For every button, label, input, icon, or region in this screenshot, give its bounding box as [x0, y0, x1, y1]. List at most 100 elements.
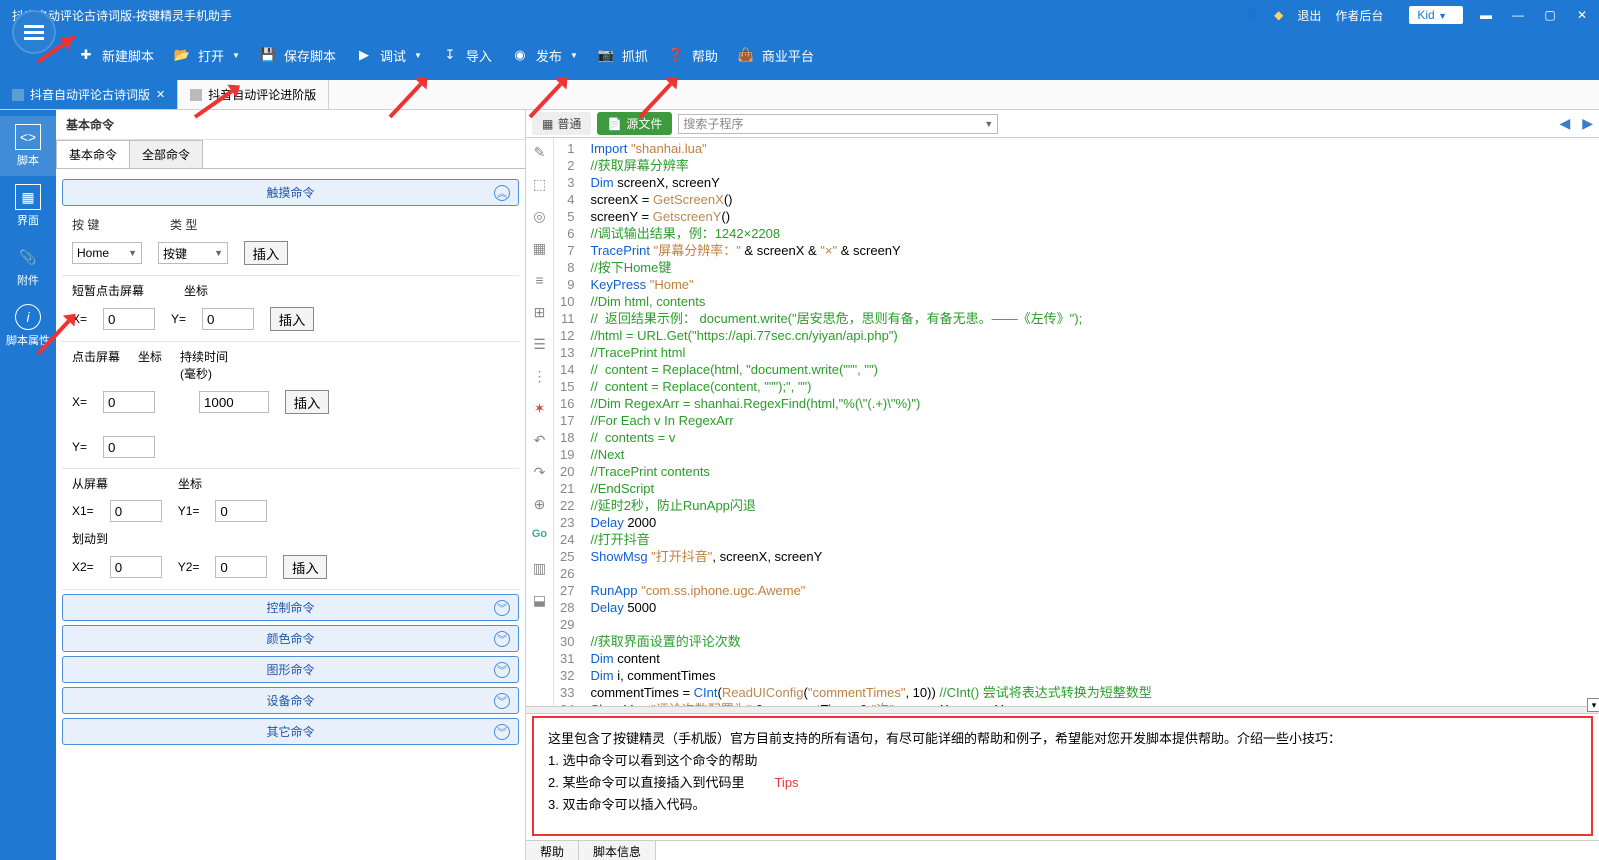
close-icon[interactable]: ✕	[1573, 8, 1591, 22]
nav-attach[interactable]: 📎附件	[0, 236, 56, 296]
section-other[interactable]: 其它命令︾	[62, 718, 519, 745]
insert-key-button[interactable]: 插入	[244, 241, 288, 265]
close-icon[interactable]: ✕	[156, 88, 165, 101]
tool-icon[interactable]: ⊞	[531, 304, 549, 322]
kid-dropdown[interactable]: Kid ▼	[1409, 6, 1463, 24]
tool-icon[interactable]: ↶	[531, 432, 549, 450]
swipe-y2-input[interactable]	[215, 556, 267, 578]
info-icon: i	[15, 304, 41, 330]
tool-icon[interactable]: ◎	[531, 208, 549, 226]
tool-icon[interactable]: ⬚	[531, 176, 549, 194]
section-control[interactable]: 控制命令︾	[62, 594, 519, 621]
splitter[interactable]	[526, 706, 1599, 714]
file-icon	[12, 89, 24, 101]
user-avatar-icon[interactable]: 👤	[1245, 8, 1260, 22]
bottom-tab-scriptinfo[interactable]: 脚本信息	[579, 841, 656, 860]
tool-icon[interactable]: ✶	[531, 400, 549, 418]
swipe-x1-input[interactable]	[110, 500, 162, 522]
tab-poem-version[interactable]: 抖音自动评论古诗词版✕	[0, 80, 178, 109]
shortclick-x-input[interactable]	[103, 308, 155, 330]
minimize2-icon[interactable]: —	[1509, 8, 1527, 22]
help-line: 2. 某些命令可以直接插入到代码里Tips	[548, 772, 1577, 794]
editor-toolbar: ▦普通 📄源文件 搜索子程序▼ ◀ ▶	[526, 110, 1599, 138]
chevron-down-icon: ︾	[494, 600, 510, 616]
tool-icon[interactable]: ⬓	[531, 592, 549, 610]
attachment-icon: 📎	[15, 244, 41, 270]
section-device[interactable]: 设备命令︾	[62, 687, 519, 714]
window-controls-group: 👤 ◆ 退出 作者后台 Kid ▼ ▬ — ▢ ✕	[1245, 6, 1591, 24]
tool-icon[interactable]: ⊕	[531, 496, 549, 514]
key-select[interactable]: Home▼	[72, 242, 142, 264]
code-editor[interactable]: 1234567891011121314151617181920212223242…	[554, 138, 1599, 706]
diamond-icon[interactable]: ◆	[1274, 8, 1283, 22]
author-bg-link[interactable]: 作者后台	[1335, 7, 1383, 24]
open-button[interactable]: 📂打开▼	[172, 45, 240, 65]
code-icon: <>	[15, 124, 41, 150]
help-panel: 这里包含了按键精灵（手机版）官方目前支持的所有语句，有尽可能详细的帮助和例子，希…	[532, 716, 1593, 836]
nav-script[interactable]: <>脚本	[0, 116, 56, 176]
publish-icon: ◉	[510, 45, 530, 65]
search-subroutine-input[interactable]: 搜索子程序▼	[678, 114, 998, 134]
insert-swipe-button[interactable]: 插入	[283, 555, 327, 579]
swipe-x2-input[interactable]	[110, 556, 162, 578]
import-button[interactable]: ↧导入	[440, 45, 492, 65]
help-button[interactable]: ❓帮助	[666, 45, 718, 65]
tool-icon[interactable]: ☰	[531, 336, 549, 354]
grid-icon: ▦	[15, 184, 41, 210]
insert-click-button[interactable]: 插入	[285, 390, 329, 414]
subtab-all[interactable]: 全部命令	[129, 140, 203, 168]
form-short-click: 短暂点击屏幕坐标 X= Y= 插入	[62, 276, 519, 342]
section-touch[interactable]: 触摸命令︽	[62, 179, 519, 206]
folder-icon: 📂	[172, 45, 192, 65]
commands-panel: 基本命令 基本命令 全部命令 触摸命令︽ 按 键类 型 Home▼ 按键▼ 插入…	[56, 110, 526, 860]
collapse-help-button[interactable]: ▾	[1587, 698, 1599, 712]
go-icon[interactable]: Go	[531, 528, 549, 546]
swipe-y1-input[interactable]	[215, 500, 267, 522]
capture-button[interactable]: 📷抓抓	[596, 45, 648, 65]
save-script-button[interactable]: 💾保存脚本	[258, 45, 336, 65]
window-title: 抖音自动评论古诗词版-按键精灵手机助手	[8, 7, 1245, 24]
bottom-tab-help[interactable]: 帮助	[526, 841, 579, 860]
file-icon: 📄	[607, 117, 622, 131]
new-script-button[interactable]: ✚新建脚本	[76, 45, 154, 65]
help-line: 这里包含了按键精灵（手机版）官方目前支持的所有语句，有尽可能详细的帮助和例子，希…	[548, 728, 1577, 750]
mode-source-button[interactable]: 📄源文件	[597, 112, 672, 135]
save-icon: 💾	[258, 45, 278, 65]
subtab-basic[interactable]: 基本命令	[56, 140, 130, 168]
click-x-input[interactable]	[103, 391, 155, 413]
chevron-down-icon: ︾	[494, 724, 510, 740]
logout-link[interactable]: 退出	[1297, 7, 1321, 24]
chevron-down-icon: ︾	[494, 693, 510, 709]
tool-icon[interactable]: ↷	[531, 464, 549, 482]
debug-button[interactable]: ▶调试▼	[354, 45, 422, 65]
publish-button[interactable]: ◉发布▼	[510, 45, 578, 65]
minimize-icon[interactable]: ▬	[1477, 8, 1495, 22]
left-nav: <>脚本 ▦界面 📎附件 i脚本属性	[0, 110, 56, 860]
panel-title: 基本命令	[56, 110, 525, 140]
click-y-input[interactable]	[103, 436, 155, 458]
help-line: 1. 选中命令可以看到这个命令的帮助	[548, 750, 1577, 772]
click-duration-input[interactable]	[199, 391, 269, 413]
tool-icon[interactable]: ▦	[531, 240, 549, 258]
nav-ui[interactable]: ▦界面	[0, 176, 56, 236]
tool-icon[interactable]: ▥	[531, 560, 549, 578]
shortclick-y-input[interactable]	[202, 308, 254, 330]
section-color[interactable]: 颜色命令︾	[62, 625, 519, 652]
nav-back-button[interactable]: ◀	[1559, 115, 1570, 132]
editor-gutter-tools: ✎ ⬚ ◎ ▦ ≡ ⊞ ☰ ⋮ ✶ ↶ ↷ ⊕ Go ▥ ⬓	[526, 138, 554, 706]
section-shape[interactable]: 图形命令︾	[62, 656, 519, 683]
insert-shortclick-button[interactable]: 插入	[270, 307, 314, 331]
tool-icon[interactable]: ≡	[531, 272, 549, 290]
type-select[interactable]: 按键▼	[158, 242, 228, 264]
nav-fwd-button[interactable]: ▶	[1582, 115, 1593, 132]
tool-icon[interactable]: ⋮	[531, 368, 549, 386]
biz-platform-button[interactable]: 👜商业平台	[736, 45, 814, 65]
camera-icon: 📷	[596, 45, 616, 65]
tool-icon[interactable]: ✎	[531, 144, 549, 162]
form-click-duration: 点击屏幕坐标持续时间(毫秒) X= 插入 Y=	[62, 342, 519, 469]
chevron-up-icon: ︽	[494, 185, 510, 201]
bottom-tabs: 帮助 脚本信息	[526, 840, 1599, 860]
help-icon: ❓	[666, 45, 686, 65]
help-line: 3. 双击命令可以插入代码。	[548, 794, 1577, 816]
maximize-icon[interactable]: ▢	[1541, 8, 1559, 22]
